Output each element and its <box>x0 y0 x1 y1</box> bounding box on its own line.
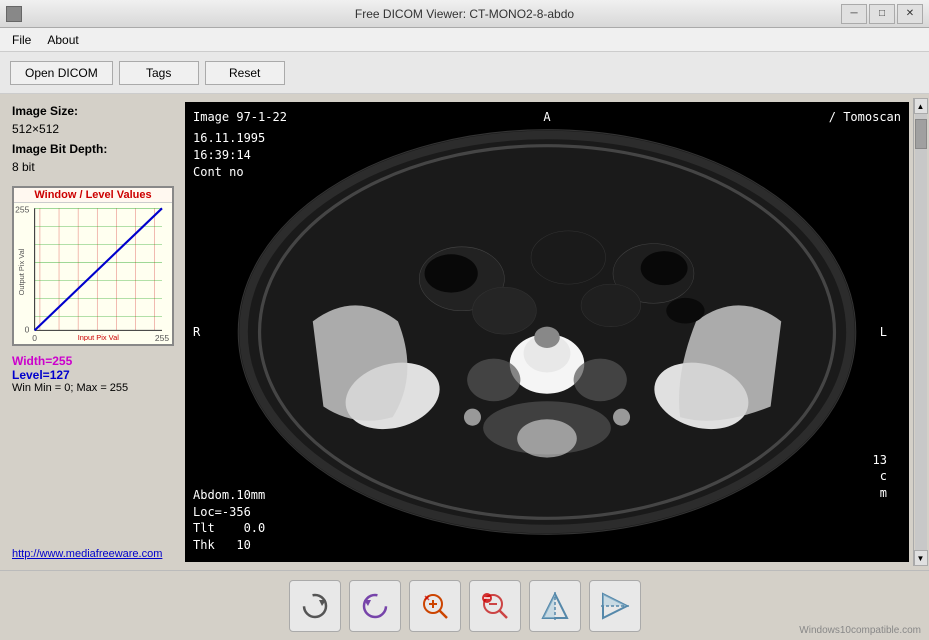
scroll-up-arrow[interactable]: ▲ <box>914 98 928 114</box>
wl-chart-area: 255 0 0 255 Output Pix Val Input Pix Val <box>14 203 172 341</box>
open-dicom-button[interactable]: Open DICOM <box>10 61 113 85</box>
zoom-in-button[interactable] <box>409 580 461 632</box>
overlay-bottom-left: Abdom.10mmLoc=-356Tlt 0.0Thk 10 <box>193 487 265 554</box>
rotate-cw-icon <box>299 590 331 622</box>
menu-bar: File About <box>0 28 929 52</box>
zoom-out-button[interactable] <box>469 580 521 632</box>
wl-minmax: Win Min = 0; Max = 255 <box>12 382 173 394</box>
reset-button[interactable]: Reset <box>205 61 285 85</box>
overlay-bottom-right: 13cm <box>873 452 887 502</box>
rotate-ccw-button[interactable] <box>349 580 401 632</box>
overlay-top-center: A <box>543 110 550 124</box>
title-bar: Free DICOM Viewer: CT-MONO2-8-abdo ─ □ ✕ <box>0 0 929 28</box>
svg-text:0: 0 <box>25 325 30 335</box>
tags-button[interactable]: Tags <box>119 61 199 85</box>
app-icon <box>6 6 22 22</box>
wl-width: Width=255 <box>12 354 173 368</box>
menu-file[interactable]: File <box>4 31 39 49</box>
svg-text:0: 0 <box>32 333 37 341</box>
flip-horizontal-icon <box>539 590 571 622</box>
image-panel-wrapper: Image 97-1-22 A / Tomoscan R L 16.11.199… <box>185 98 927 566</box>
wl-values: Width=255 Level=127 Win Min = 0; Max = 2… <box>12 354 173 394</box>
scroll-down-arrow[interactable]: ▼ <box>914 550 928 566</box>
flip-vertical-icon <box>599 590 631 622</box>
flip-vertical-button[interactable] <box>589 580 641 632</box>
watermark: Windows10compatible.com <box>799 625 921 636</box>
overlay-top-left: Image 97-1-22 <box>193 110 287 124</box>
svg-text:255: 255 <box>15 205 29 215</box>
wl-chart-title: Window / Level Values <box>14 188 172 203</box>
scroll-track[interactable] <box>915 114 927 550</box>
website-link[interactable]: http://www.mediafreeware.com <box>12 548 173 560</box>
overlay-top-right: / Tomoscan <box>829 110 901 124</box>
scroll-thumb[interactable] <box>915 119 927 149</box>
svg-text:255: 255 <box>155 333 169 341</box>
rotate-cw-button[interactable] <box>289 580 341 632</box>
overlay-mid-right: L <box>880 325 887 339</box>
window-level-chart: Window / Level Values <box>12 186 174 346</box>
svg-text:Input Pix Val: Input Pix Val <box>78 333 119 341</box>
minimize-button[interactable]: ─ <box>841 4 867 24</box>
restore-button[interactable]: □ <box>869 4 895 24</box>
svg-text:Output Pix Val: Output Pix Val <box>17 248 26 295</box>
zoom-out-icon <box>479 590 511 622</box>
wl-level: Level=127 <box>12 368 173 382</box>
zoom-in-icon <box>419 590 451 622</box>
main-content: Image Size: 512×512 Image Bit Depth: 8 b… <box>0 94 929 570</box>
left-panel: Image Size: 512×512 Image Bit Depth: 8 b… <box>0 94 185 570</box>
menu-about[interactable]: About <box>39 31 86 49</box>
ct-image-panel[interactable]: Image 97-1-22 A / Tomoscan R L 16.11.199… <box>185 102 909 562</box>
title-bar-left <box>6 6 22 22</box>
image-size-value: 512×512 <box>12 122 173 136</box>
title-bar-controls: ─ □ ✕ <box>841 4 923 24</box>
flip-horizontal-button[interactable] <box>529 580 581 632</box>
image-scrollbar[interactable]: ▲ ▼ <box>913 98 927 566</box>
overlay-mid-left: R <box>193 325 200 339</box>
overlay-date-info: 16.11.199516:39:14Cont no <box>193 130 265 180</box>
image-size-label: Image Size: <box>12 104 173 118</box>
image-bit-depth-value: 8 bit <box>12 160 173 174</box>
image-bit-depth-label: Image Bit Depth: <box>12 142 173 156</box>
rotate-ccw-icon <box>359 590 391 622</box>
close-button[interactable]: ✕ <box>897 4 923 24</box>
toolbar: Open DICOM Tags Reset <box>0 52 929 94</box>
bottom-toolbar: Windows10compatible.com <box>0 570 929 640</box>
window-title: Free DICOM Viewer: CT-MONO2-8-abdo <box>355 7 574 21</box>
